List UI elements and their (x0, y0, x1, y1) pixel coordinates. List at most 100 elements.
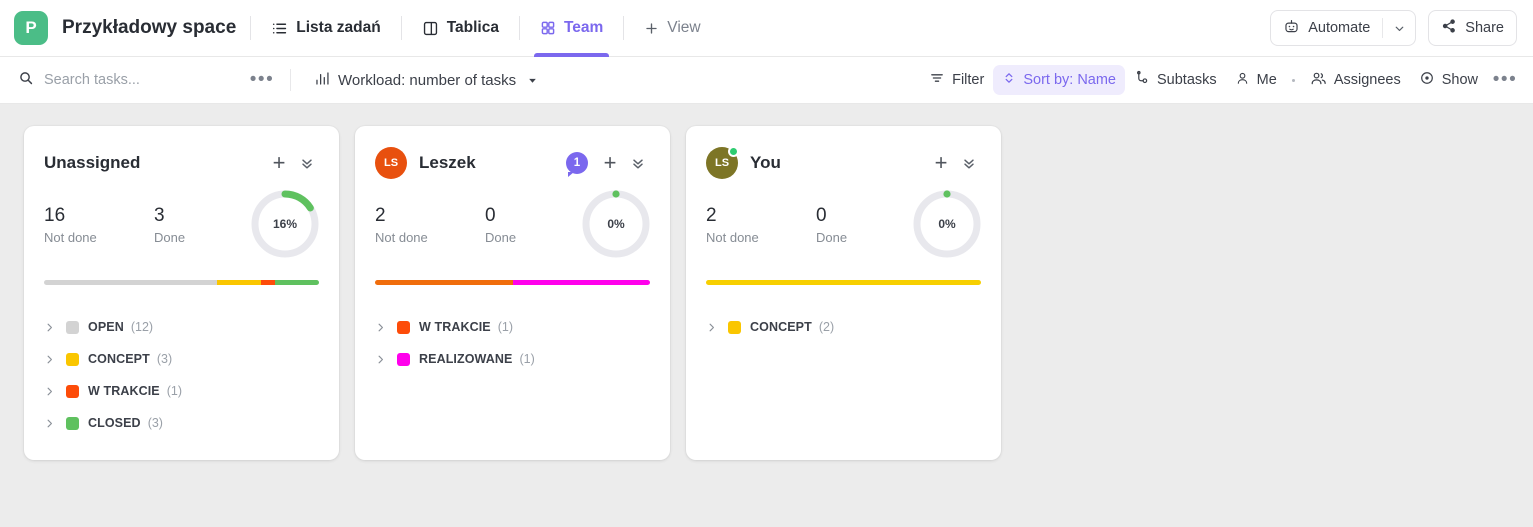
automate-label: Automate (1308, 20, 1371, 36)
toolbar-divider (290, 69, 291, 91)
status-task-count: (1) (519, 352, 535, 366)
status-bar-segment (275, 280, 319, 285)
chevron-right-icon[interactable] (375, 322, 391, 333)
workload-board: Unassigned +16 Not done 3 Done 16% OPEN (12) CON… (0, 104, 1533, 460)
header-divider (250, 16, 252, 40)
status-task-count: (12) (130, 320, 154, 334)
status-bar-segment (44, 280, 218, 285)
chevron-right-icon[interactable] (375, 354, 391, 365)
assignees-button[interactable]: Assignees (1301, 65, 1410, 95)
eye-icon (1419, 70, 1435, 90)
add-task-button[interactable]: + (267, 150, 291, 175)
workload-card: Unassigned +16 Not done 3 Done 16% OPEN (12) CON… (24, 126, 339, 460)
chevron-right-icon[interactable] (44, 386, 60, 397)
status-color-swatch (66, 384, 79, 398)
card-title: You (750, 153, 781, 172)
status-group-row[interactable]: CONCEPT (2) (706, 311, 981, 343)
search-more-options-button[interactable]: ••• (248, 66, 276, 94)
collapse-all-icon[interactable] (626, 151, 650, 175)
space-avatar[interactable]: P (14, 11, 48, 45)
filter-label: Filter (952, 72, 985, 88)
chevron-down-icon[interactable] (1383, 11, 1415, 45)
search-input[interactable] (44, 72, 234, 88)
status-color-swatch (397, 352, 410, 366)
subtasks-button[interactable]: Subtasks (1125, 65, 1226, 95)
tab-label: Team (563, 19, 604, 36)
status-group-list: W TRAKCIE (1) REALIZOWANE (1) (375, 311, 650, 375)
toolbar-more-options-button[interactable]: ••• (1491, 66, 1519, 94)
tab-lista-zadan[interactable]: Lista zadań (265, 0, 386, 57)
collapse-all-icon[interactable] (957, 151, 981, 175)
status-group-row[interactable]: REALIZOWANE (1) (375, 343, 650, 375)
subtasks-label: Subtasks (1157, 72, 1217, 88)
chevron-right-icon[interactable] (44, 322, 60, 333)
tab-team[interactable]: Team (533, 0, 610, 57)
avatar[interactable]: LS (706, 146, 739, 179)
tab-tablica[interactable]: Tablica (416, 0, 505, 57)
subtasks-icon (1134, 70, 1150, 90)
status-bar-segment (375, 280, 513, 285)
add-view-button[interactable]: View (638, 0, 706, 57)
workload-card: LS Leszek 1 +2 Not done 0 Done 0% W TRAKCIE (1) RE… (355, 126, 670, 460)
share-icon (1441, 18, 1457, 38)
header-divider (623, 16, 625, 40)
space-title: Przykładowy space (62, 17, 237, 38)
filter-button[interactable]: Filter (920, 65, 993, 95)
status-group-row[interactable]: CLOSED (3) (44, 407, 319, 439)
not-done-count: 2 (706, 205, 717, 226)
search-container[interactable] (18, 70, 248, 91)
status-color-swatch (66, 416, 79, 430)
view-toolbar: ••• Workload: number of tasks Filter Sor… (0, 57, 1533, 104)
tab-label: Tablica (446, 19, 499, 36)
assignees-label: Assignees (1333, 72, 1401, 88)
show-button[interactable]: Show (1410, 65, 1487, 95)
bar-chart-icon (314, 70, 331, 91)
status-task-count: (2) (818, 320, 835, 334)
comment-count-badge[interactable]: 1 (566, 152, 588, 177)
status-bar-segment (261, 280, 275, 285)
status-group-row[interactable]: OPEN (12) (44, 311, 319, 343)
card-stats: 2 Not done 0 Done 0% (375, 190, 650, 276)
me-button[interactable]: Me (1226, 65, 1286, 95)
status-bar-segment (512, 280, 650, 285)
card-header: LS Leszek 1 + (375, 146, 650, 180)
add-task-button[interactable]: + (929, 150, 953, 175)
avatar-initials: LS (383, 157, 399, 169)
chevron-right-icon[interactable] (706, 322, 722, 333)
add-task-button[interactable]: + (598, 150, 622, 175)
not-done-label: Not done (44, 230, 97, 245)
list-icon (271, 20, 288, 37)
avatar-initials: LS (714, 157, 730, 169)
progress-donut-chart: 0% (909, 186, 985, 262)
card-title: Leszek (419, 153, 476, 172)
not-done-label: Not done (375, 230, 428, 245)
automate-button[interactable]: Automate (1270, 10, 1417, 46)
not-done-label: Not done (706, 230, 759, 245)
status-group-row[interactable]: W TRAKCIE (1) (44, 375, 319, 407)
not-done-count: 16 (44, 205, 66, 226)
collapse-all-icon[interactable] (295, 151, 319, 175)
avatar[interactable]: LS (375, 147, 407, 179)
share-button[interactable]: Share (1428, 10, 1517, 46)
status-task-count: (3) (156, 352, 173, 366)
chevron-right-icon[interactable] (44, 418, 60, 429)
people-icon (1310, 70, 1327, 91)
status-name: CONCEPT (750, 320, 812, 334)
plus-icon (644, 21, 659, 36)
not-done-stat: 16 Not done (44, 204, 154, 245)
status-bar-segment (706, 280, 981, 285)
status-group-row[interactable]: CONCEPT (3) (44, 343, 319, 375)
not-done-count: 2 (375, 205, 386, 226)
not-done-stat: 2 Not done (375, 204, 485, 245)
sort-by-button[interactable]: Sort by: Name (993, 65, 1125, 95)
tab-label: Lista zadań (296, 19, 381, 36)
chevron-right-icon[interactable] (44, 354, 60, 365)
status-distribution-bar (375, 280, 650, 285)
filter-icon (929, 70, 945, 90)
status-group-row[interactable]: W TRAKCIE (1) (375, 311, 650, 343)
search-icon (18, 70, 34, 91)
person-icon (1235, 71, 1250, 90)
workload-selector[interactable]: Workload: number of tasks (305, 65, 547, 95)
status-name: OPEN (88, 320, 124, 334)
card-title: Unassigned (44, 153, 141, 172)
